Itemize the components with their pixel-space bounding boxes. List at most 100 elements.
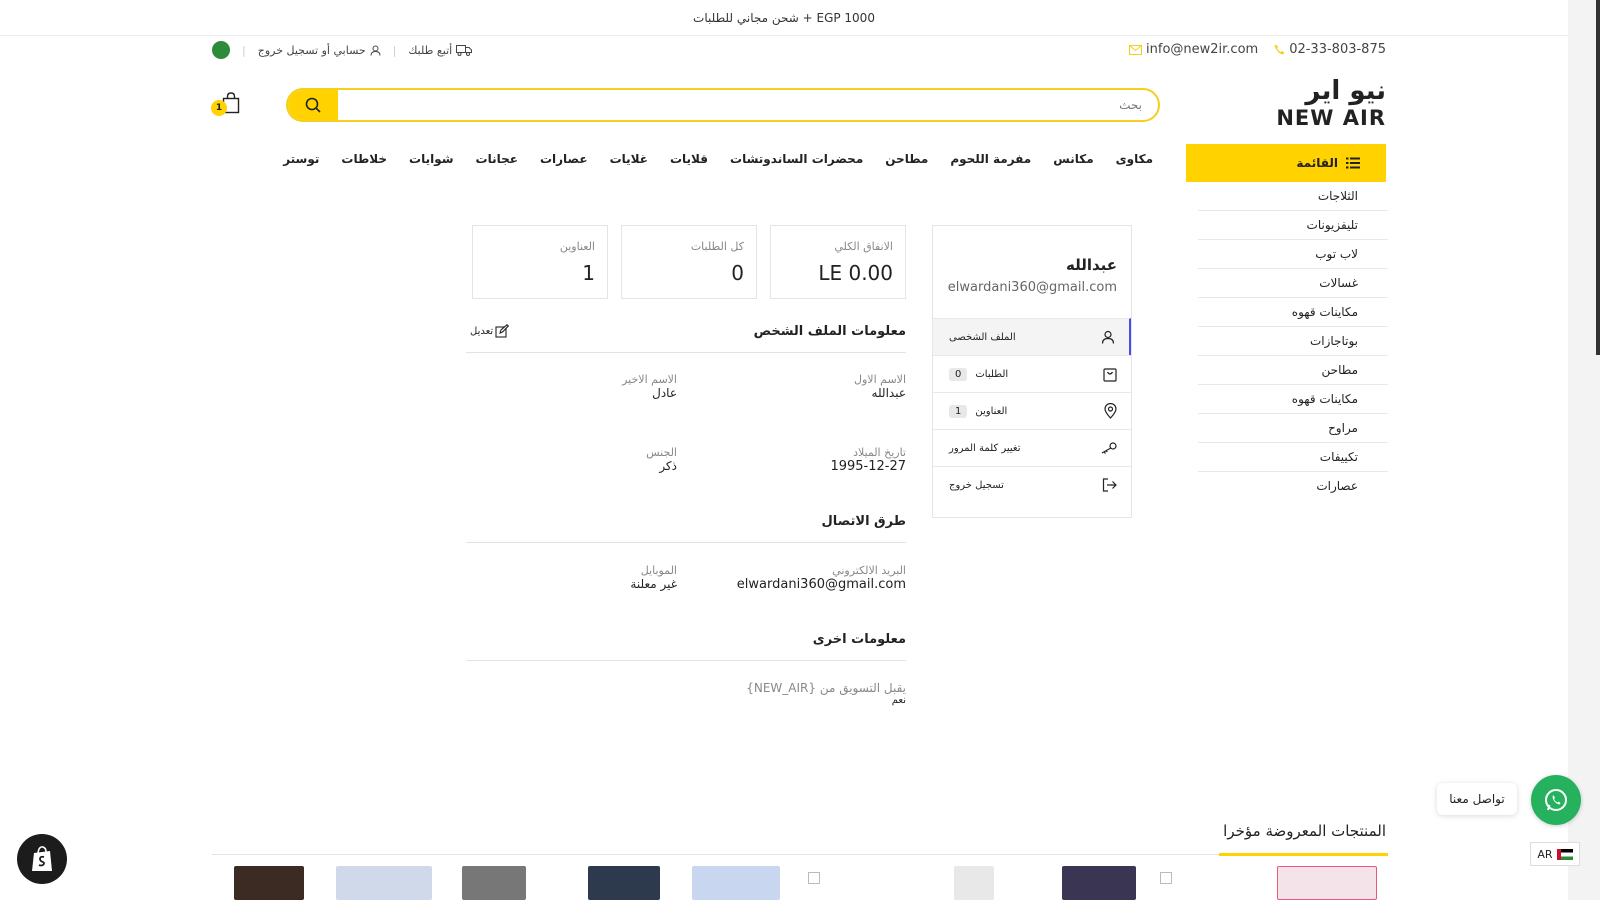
product-thumbnail[interactable] <box>462 866 526 900</box>
side-categories: الثلاجات تليفزيونات لاب توب غسالات مكاين… <box>1198 182 1388 501</box>
nav-item[interactable]: مفرمة اللحوم <box>950 152 1031 166</box>
shopify-bag-icon <box>32 846 52 871</box>
orders-count: 0 <box>949 367 968 381</box>
email-text: info@new2ir.com <box>1146 42 1259 57</box>
email-contact[interactable]: info@new2ir.com <box>1129 42 1258 57</box>
field-label: تاريخ الميلاد <box>853 446 906 459</box>
product-thumbnail[interactable] <box>336 866 432 900</box>
account-link[interactable]: حسابي أو تسجيل خروج <box>258 44 381 57</box>
nav-item[interactable]: مطاحن <box>885 152 928 166</box>
nav-item[interactable]: مكانس <box>1053 152 1093 166</box>
profile-menu-change-password[interactable]: تغيير كلمة المرور <box>933 429 1131 466</box>
addresses-count: 1 <box>949 404 968 418</box>
product-thumbnail[interactable] <box>588 866 660 900</box>
track-order-link[interactable]: أتبع طلبك <box>408 43 473 57</box>
language-label: AR <box>1537 847 1553 861</box>
nav-item[interactable]: غلايات <box>610 152 648 166</box>
side-category-item[interactable]: لاب توب <box>1198 240 1388 269</box>
personal-info-title: معلومات الملف الشخص <box>753 324 906 339</box>
side-category-item[interactable]: تليفزيونات <box>1198 211 1388 240</box>
nav-item[interactable]: عصارات <box>540 152 588 166</box>
side-category-item[interactable]: غسالات <box>1198 269 1388 298</box>
menu-label: تغيير كلمة المرور <box>949 442 1021 454</box>
side-category-item[interactable]: عصارات <box>1198 472 1388 501</box>
whatsapp-button[interactable] <box>1531 775 1581 825</box>
field-value: 1995-12-27 <box>830 459 906 474</box>
menu-label: تسجيل خروج <box>949 479 1004 491</box>
stat-label: العناوين <box>559 240 595 253</box>
side-category-item[interactable]: مراوح <box>1198 414 1388 443</box>
profile-name: عبدالله <box>1065 256 1117 274</box>
search-input[interactable] <box>338 90 1158 120</box>
shopify-badge[interactable] <box>17 834 67 884</box>
mail-icon <box>1129 44 1143 55</box>
logout-icon <box>1102 478 1117 492</box>
product-thumbnail[interactable] <box>1062 866 1136 900</box>
compare-checkbox[interactable] <box>1160 872 1172 884</box>
account-text: حسابي أو تسجيل خروج <box>257 43 366 57</box>
section-divider <box>466 660 906 661</box>
contact-email-field: البريد الالكتروني elwardani360@gmail.com <box>737 564 906 592</box>
profile-menu-logout[interactable]: تسجيل خروج <box>933 466 1131 503</box>
user-icon <box>370 45 381 56</box>
side-category-item[interactable]: بوتاجازات <box>1198 327 1388 356</box>
nav-item[interactable]: مكاوى <box>1116 152 1153 166</box>
profile-menu-orders[interactable]: الطلبات 0 <box>933 355 1131 392</box>
compare-checkbox[interactable] <box>808 872 820 884</box>
announcement-text: شحن مجاني للطلبات + EGP 1000 <box>693 11 875 25</box>
phone-contact[interactable]: 02-33-803-875 <box>1274 42 1386 57</box>
edit-profile-button[interactable]: تعديل <box>470 324 510 338</box>
nav-item[interactable]: عجانات <box>476 152 518 166</box>
product-thumbnail[interactable] <box>234 866 304 900</box>
nav-item[interactable]: شوايات <box>409 152 454 166</box>
recently-viewed-title: المنتجات المعروضة مؤخرا <box>1223 822 1386 840</box>
field-label: البريد الالكتروني <box>832 564 906 577</box>
menu-label: الملف الشخصى <box>949 331 1016 343</box>
recently-viewed-accent <box>1219 853 1388 856</box>
profile-email: elwardani360@gmail.com <box>947 280 1117 295</box>
field-value: ذكر <box>659 459 677 473</box>
cart-count-badge: 1 <box>211 100 227 116</box>
side-category-item[interactable]: تكييفات <box>1198 443 1388 472</box>
edit-icon <box>495 324 510 338</box>
nav-item[interactable]: توستر <box>283 152 319 166</box>
categories-menu-button[interactable]: القائمة <box>1186 144 1386 182</box>
menu-label: العناوين <box>975 405 1008 417</box>
divider: | <box>242 43 246 57</box>
track-order-text: أتبع طلبك <box>408 43 453 57</box>
section-divider <box>466 352 906 353</box>
product-thumbnail[interactable] <box>954 866 994 900</box>
side-category-item[interactable]: مطاحن <box>1198 356 1388 385</box>
edit-label: تعديل <box>470 325 494 337</box>
field-label: يقبل التسويق من {NEW_AIR} <box>746 681 906 695</box>
nav-item[interactable]: خلاطات <box>341 152 387 166</box>
profile-card: عبدالله elwardani360@gmail.com الملف الش… <box>932 225 1132 518</box>
key-icon <box>1101 442 1117 454</box>
nav-item[interactable]: قلايات <box>670 152 708 166</box>
scrollbar-thumb[interactable] <box>1596 0 1600 355</box>
categories-label: القائمة <box>1296 156 1338 170</box>
profile-menu-personal[interactable]: الملف الشخصى <box>933 318 1131 355</box>
recently-viewed-divider <box>212 854 1388 855</box>
utility-links: | حسابي أو تسجيل خروج | أتبع طلبك <box>212 41 473 59</box>
side-category-item[interactable]: مكاينات قهوه <box>1198 385 1388 414</box>
logo-english[interactable]: NEW AIR <box>1276 106 1386 130</box>
side-category-item[interactable]: مكاينات قهوه <box>1198 298 1388 327</box>
nav-item[interactable]: محضرات الساندوتشات <box>730 152 863 166</box>
logo-arabic[interactable]: نيو اير <box>1305 76 1386 106</box>
profile-menu-addresses[interactable]: العناوين 1 <box>933 392 1131 429</box>
divider: | <box>392 43 397 57</box>
other-info-title: معلومات اخرى <box>812 632 906 647</box>
country-flag-icon[interactable] <box>212 41 230 59</box>
announcement-bar: شحن مجاني للطلبات + EGP 1000 <box>0 0 1568 36</box>
language-switcher[interactable]: AR <box>1530 842 1580 866</box>
whatsapp-tooltip[interactable]: تواصل معنا <box>1437 783 1517 815</box>
search-button[interactable] <box>288 90 338 120</box>
stat-total-spend: الانفاق الكلي LE 0.00 <box>770 225 906 299</box>
product-thumbnail[interactable] <box>692 866 780 900</box>
stat-label: كل الطلبات <box>690 240 744 253</box>
product-thumbnail[interactable] <box>1277 866 1377 900</box>
side-category-item[interactable]: الثلاجات <box>1198 182 1388 211</box>
field-value: نعم <box>891 695 906 706</box>
flag-icon <box>1556 848 1573 860</box>
